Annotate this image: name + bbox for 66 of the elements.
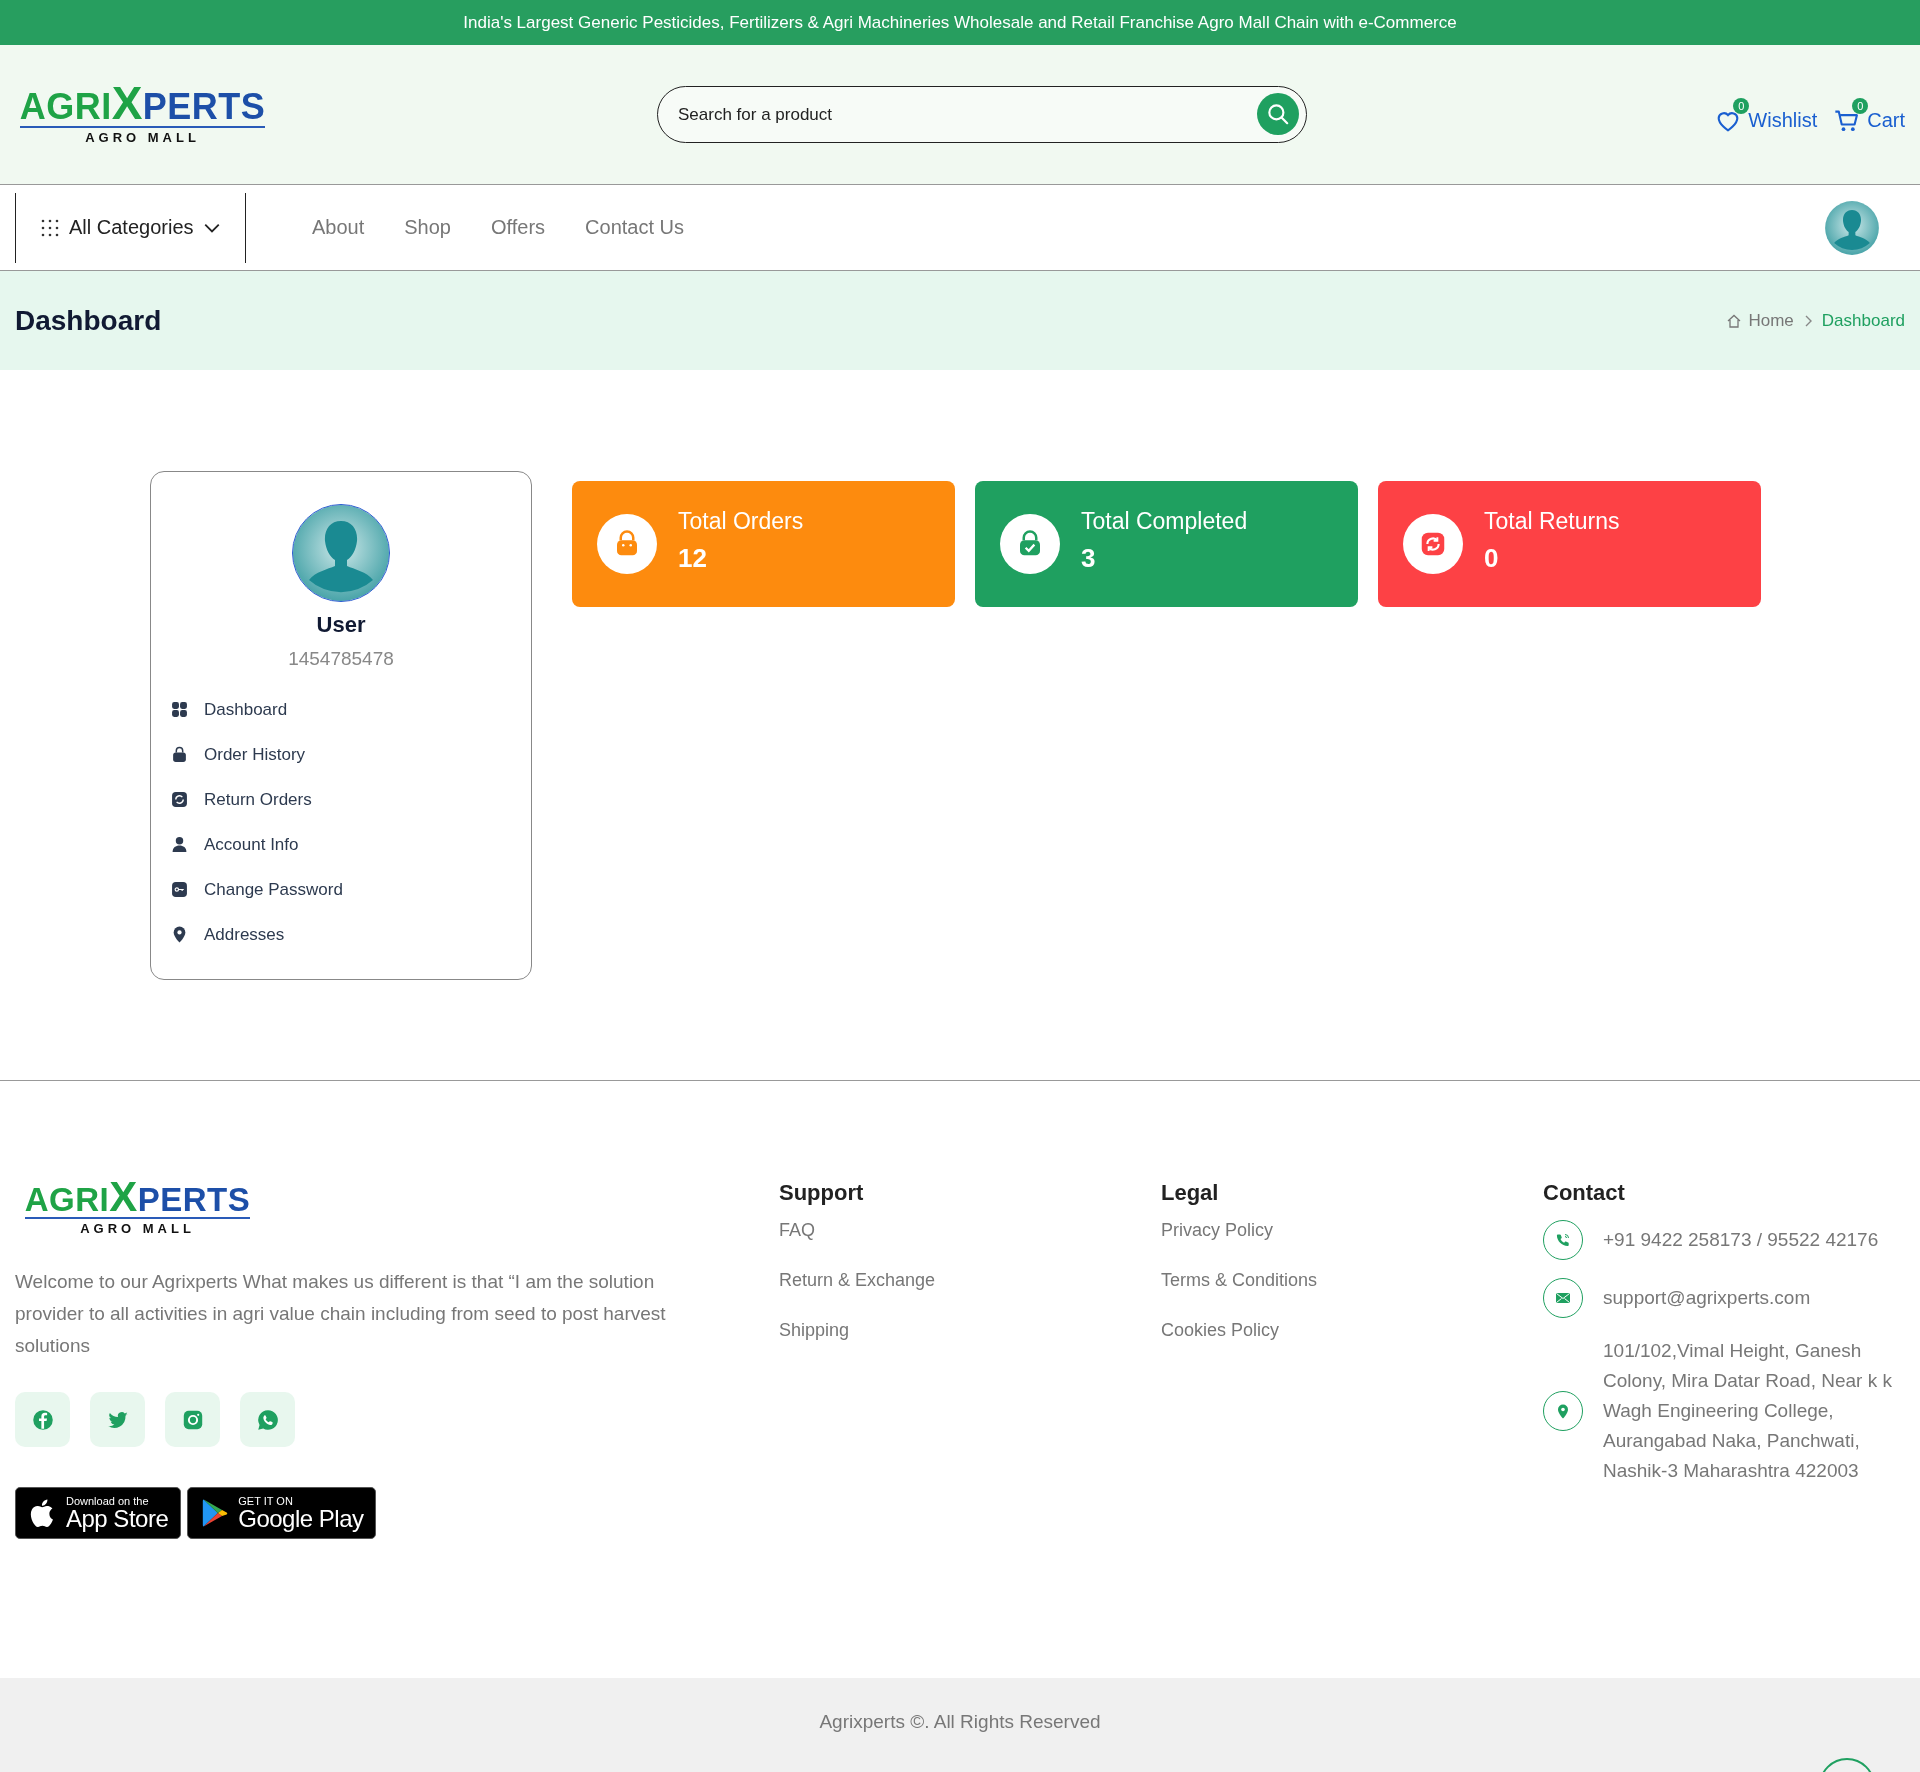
breadcrumb-link[interactable]: Home: [1748, 310, 1794, 331]
user-phone: 1454785478: [288, 648, 394, 670]
search-icon: [1265, 101, 1291, 127]
footer-heading: Legal: [1161, 1180, 1220, 1206]
footer-link[interactable]: Terms & Conditions: [1161, 1270, 1543, 1320]
logo-tagline: AGRO MALL: [80, 1221, 195, 1236]
nav-link[interactable]: About: [312, 216, 365, 239]
footer-heading: Support: [779, 1180, 865, 1206]
social-button[interactable]: [90, 1392, 145, 1447]
contact-text: 101/102,Vimal Height, Ganesh Colony, Mira Datar Road, Near k k Wagh Engineering College, Aurangabad Naka, Panchwati, Nashik-3 Maharashtra 422003: [1603, 1339, 1893, 1483]
logo-tagline: AGRO MALL: [85, 129, 200, 145]
social-button[interactable]: [165, 1392, 220, 1447]
wishlist-link[interactable]: 0 Wishlist: [1712, 94, 1818, 135]
grid-icon: [40, 217, 60, 238]
announcement-text: India's Largest Generic Pesticides, Fertilizers & Agri Machineries Wholesale and Retail Franchise Agro Mall Chain with e-Commerce: [463, 12, 1457, 33]
breadcrumb-link[interactable]: Dashboard: [1821, 310, 1905, 331]
badge-caption: Download on the: [66, 1495, 150, 1507]
badge-caption: GET IT ON: [238, 1495, 294, 1507]
sidebar-item[interactable]: Dashboard: [171, 687, 531, 732]
count-badge: 0: [1852, 97, 1869, 114]
page-title: Dashboard: [15, 304, 162, 337]
key-icon: [171, 881, 188, 898]
categories-button[interactable]: All Categories: [15, 192, 246, 263]
google-play-badge[interactable]: GET IT ON Google Play: [187, 1487, 377, 1539]
footer-link[interactable]: Return & Exchange: [779, 1270, 1161, 1320]
stat-title: Total Completed: [1081, 508, 1248, 535]
contact-text: +91 9422 258173 / 95522 42176: [1603, 1228, 1879, 1252]
nav-link[interactable]: Offers: [491, 216, 546, 239]
copyright-text: Agrixperts ©. All Rights Reserved: [819, 1711, 1101, 1734]
footer-link[interactable]: Shipping: [779, 1320, 1161, 1370]
social-button[interactable]: [15, 1392, 70, 1447]
logo-wordmark[interactable]: AGRIXPERTS: [19, 84, 266, 128]
social-button[interactable]: [240, 1392, 295, 1447]
stat-title: Total Returns: [1484, 508, 1620, 535]
user-name: User: [316, 612, 366, 638]
cart-link[interactable]: 0 Cart: [1831, 94, 1905, 135]
stat-value: 0: [1484, 543, 1500, 574]
contact-text: support@agrixperts.com: [1603, 1286, 1812, 1310]
avatar-icon: [291, 503, 391, 603]
sidebar-item[interactable]: Change Password: [171, 867, 531, 912]
stat-value: 12: [678, 543, 708, 574]
badge-store-name: App Store: [66, 1506, 169, 1531]
sidebar-item[interactable]: Return Orders: [171, 777, 531, 822]
refresh-icon: [171, 791, 188, 808]
grid-icon: [171, 701, 188, 718]
footer-link[interactable]: FAQ: [779, 1220, 1161, 1270]
about-text: Welcome to our Agrixperts What makes us different is that “I am the solution provider to all activities in agri value chain including from seed to post harvest solutions: [15, 1270, 667, 1358]
app-store-badge[interactable]: Download on the App Store: [15, 1487, 182, 1539]
stat-value: 3: [1081, 543, 1097, 574]
home-icon: [1726, 312, 1743, 329]
location-pin-icon: [171, 926, 188, 943]
badge-store-name: Google Play: [238, 1506, 364, 1531]
avatar-icon[interactable]: [1824, 199, 1880, 256]
sidebar-item[interactable]: Order History: [171, 732, 531, 777]
search-field[interactable]: Search for a product: [657, 86, 1307, 143]
stat-title: Total Orders: [678, 508, 804, 535]
sidebar-item[interactable]: Addresses: [171, 912, 531, 957]
sidebar-item[interactable]: Account Info: [171, 822, 531, 867]
count-badge: 0: [1733, 97, 1750, 114]
footer-link[interactable]: Cookies Policy: [1161, 1320, 1543, 1370]
nav-link[interactable]: Shop: [404, 216, 451, 239]
logo-wordmark[interactable]: AGRIXPERTS: [24, 1180, 251, 1219]
footer-link[interactable]: Privacy Policy: [1161, 1220, 1543, 1270]
nav-link[interactable]: Contact Us: [585, 216, 684, 239]
footer-heading: Contact: [1543, 1180, 1626, 1206]
user-icon: [171, 836, 188, 853]
